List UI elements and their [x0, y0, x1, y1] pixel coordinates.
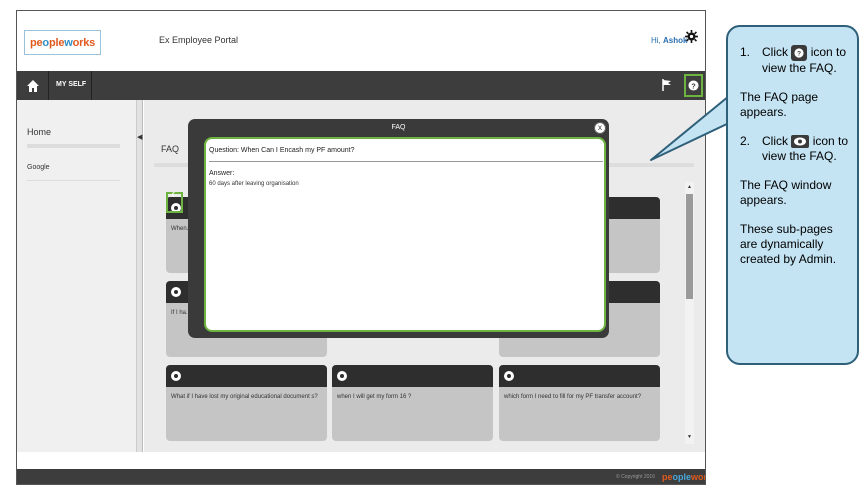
help-button[interactable]: ?	[684, 74, 703, 97]
gear-icon[interactable]	[685, 30, 698, 43]
user-name: Ashok	[663, 36, 688, 45]
logo-text: pe	[662, 472, 673, 482]
user-greeting[interactable]: Hi, Ashok	[651, 36, 687, 45]
modal-divider	[209, 161, 603, 162]
tab-faq[interactable]: FAQ	[161, 144, 179, 154]
answer-text: 60 days after leaving organisation	[209, 181, 299, 187]
eye-icon[interactable]	[171, 371, 181, 381]
card-header	[499, 365, 660, 387]
instruction-callout: 1. Click ? icon to view the FAQ. The FAQ…	[726, 25, 859, 365]
logo-text: ople	[672, 472, 692, 482]
header: pe o ple w orks Ex Employee Portal Hi, Ashok	[17, 11, 705, 71]
greeting-text: Hi,	[651, 36, 661, 45]
card-question: when I will get my form 16 ?	[337, 394, 412, 400]
logo-text: works	[691, 472, 705, 482]
faq-card[interactable]: which form I need to fill for my PF tran…	[499, 365, 660, 441]
card-header	[166, 365, 327, 387]
chevron-left-icon[interactable]: ‹	[171, 186, 175, 201]
eye-icon[interactable]	[337, 371, 347, 381]
callout-step-1: 1. Click ? icon to view the FAQ.	[740, 45, 849, 76]
home-icon	[26, 79, 39, 92]
logo-text: w	[64, 36, 73, 49]
footer: © Copyright 2016 peopleworks	[17, 469, 705, 484]
step-number: 1.	[740, 45, 751, 59]
faq-question: Question: When Can I Encash my PF amount…	[209, 147, 355, 154]
nav-myself[interactable]: MY SELF	[56, 81, 86, 88]
chevron-right-icon[interactable]: ›	[600, 186, 604, 201]
svg-text:?: ?	[797, 51, 801, 58]
footer-logo: peopleworks	[662, 472, 705, 482]
flag-icon[interactable]	[661, 78, 673, 92]
card-question: What if I have lost my original educatio…	[171, 394, 318, 400]
callout-step-2: 2. Click icon to view the FAQ.	[740, 134, 849, 164]
logo-text: pe	[29, 36, 43, 49]
eye-icon[interactable]	[171, 287, 181, 297]
answer-label: Answer:	[209, 170, 235, 177]
step-text: Click	[762, 134, 788, 148]
eye-icon	[791, 135, 810, 148]
copyright-text: © Copyright 2016	[616, 474, 655, 480]
sidebar-collapse-handle[interactable]: ◀	[137, 100, 143, 452]
faq-card[interactable]: when I will get my form 16 ?	[332, 365, 493, 441]
callout-text: These sub-pages are dynamically created …	[740, 222, 837, 266]
app-window: pe o ple w orks Ex Employee Portal Hi, Ashok…	[16, 10, 706, 485]
portal-title: Ex Employee Portal	[159, 35, 239, 45]
peopleworks-logo[interactable]: pe o ple w orks	[24, 30, 101, 55]
step-text: Click	[762, 45, 788, 59]
nav-divider	[91, 71, 92, 100]
modal-body: Question: When Can I Encash my PF amount…	[204, 137, 606, 332]
scroll-down-icon[interactable]: ▼	[687, 434, 692, 440]
card-header	[332, 365, 493, 387]
modal-title: FAQ	[391, 124, 406, 131]
eye-icon[interactable]	[504, 371, 514, 381]
scrollbar-thumb[interactable]	[686, 194, 693, 299]
callout-text: The FAQ window appears.	[740, 178, 832, 207]
logo-text: ple	[48, 36, 65, 49]
help-icon: ?	[688, 80, 699, 91]
sidebar-divider	[27, 180, 120, 181]
footer-spacer	[17, 452, 705, 469]
help-icon: ?	[791, 45, 808, 61]
svg-text:?: ?	[691, 81, 696, 90]
faq-card[interactable]: What if I have lost my original educatio…	[166, 365, 327, 441]
home-button[interactable]	[17, 71, 49, 100]
step-number: 2.	[740, 134, 751, 148]
faq-modal: FAQ x Question: When Can I Encash my PF …	[188, 119, 609, 338]
sidebar-item-google[interactable]: Google	[27, 164, 50, 171]
sidebar: Home Google	[17, 100, 137, 452]
scrollbar[interactable]: ▲ ▼	[685, 182, 694, 444]
sidebar-item-home[interactable]: Home	[27, 127, 51, 137]
sidebar-divider	[27, 144, 120, 148]
chevron-left-icon: ◀	[137, 134, 143, 141]
scroll-up-icon[interactable]: ▲	[687, 184, 692, 190]
close-icon[interactable]: x	[594, 122, 606, 134]
callout-text: The FAQ page appears.	[740, 90, 819, 119]
card-question: which form I need to fill for my PF tran…	[504, 394, 642, 400]
top-navbar: MY SELF ?	[17, 71, 705, 100]
logo-text: orks	[72, 36, 96, 49]
